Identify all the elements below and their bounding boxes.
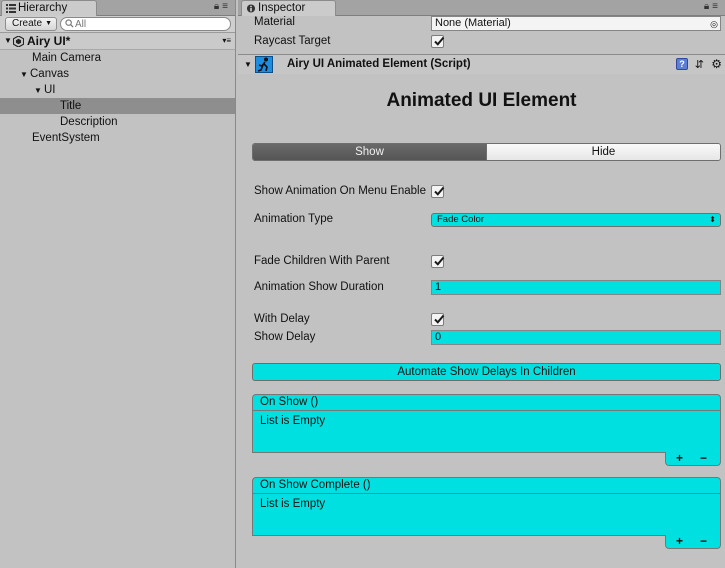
add-button[interactable]: + bbox=[676, 451, 683, 465]
create-button[interactable]: Create ▼ bbox=[5, 17, 58, 31]
gear-icon[interactable]: ⚙ bbox=[711, 57, 722, 71]
with-delay-row: With Delay bbox=[238, 311, 725, 329]
on-show-complete-event: On Show Complete () List is Empty + − bbox=[252, 477, 721, 549]
raycast-row: Raycast Target bbox=[238, 33, 725, 51]
event-header: On Show Complete () bbox=[252, 477, 721, 494]
hierarchy-item-label: UI bbox=[44, 84, 56, 96]
with-delay-label: With Delay bbox=[254, 313, 310, 325]
show-delay-row: Show Delay 0 bbox=[238, 329, 725, 347]
lock-icon[interactable]: 🔒︎ bbox=[704, 1, 712, 12]
hierarchy-item-label: EventSystem bbox=[32, 132, 100, 144]
script-icon bbox=[255, 56, 273, 73]
remove-button[interactable]: − bbox=[700, 534, 707, 548]
hierarchy-item-canvas[interactable]: ▼ Canvas bbox=[0, 66, 235, 82]
menu-icon[interactable]: ≡ bbox=[712, 1, 721, 12]
animation-type-row: Animation Type Fade Color ⬍ bbox=[238, 211, 725, 229]
scene-menu-icon[interactable]: ▾≡ bbox=[222, 36, 231, 45]
checkmark-icon bbox=[434, 256, 445, 266]
fold-arrow-icon[interactable]: ▼ bbox=[244, 60, 252, 69]
checkmark-icon bbox=[434, 186, 445, 196]
event-header: On Show () bbox=[252, 394, 721, 411]
object-picker-icon[interactable]: ◎ bbox=[710, 18, 718, 31]
fade-children-row: Fade Children With Parent bbox=[238, 253, 725, 271]
add-button[interactable]: + bbox=[676, 534, 683, 548]
inspector-panel: Inspector 🔒︎≡ Material None (Material) ◎… bbox=[238, 0, 725, 568]
fade-children-checkbox[interactable] bbox=[431, 255, 445, 268]
hierarchy-item-ui[interactable]: ▼ UI bbox=[0, 82, 235, 98]
hierarchy-item-eventsystem[interactable]: EventSystem bbox=[0, 130, 235, 146]
inspector-icon bbox=[246, 4, 256, 13]
show-toggle-button[interactable]: Show bbox=[253, 144, 486, 160]
hierarchy-item-title[interactable]: Title bbox=[0, 98, 235, 114]
hierarchy-tab[interactable]: Hierarchy bbox=[1, 0, 97, 16]
show-on-enable-label: Show Animation On Menu Enable bbox=[254, 185, 426, 197]
duration-input[interactable]: 1 bbox=[431, 280, 721, 295]
raycast-label: Raycast Target bbox=[254, 35, 331, 47]
lock-icon[interactable]: 🔒︎ bbox=[214, 1, 222, 12]
hierarchy-item-label: Canvas bbox=[30, 68, 69, 80]
hierarchy-item-label: Main Camera bbox=[32, 52, 102, 64]
event-body: List is Empty bbox=[252, 494, 721, 536]
fold-arrow-icon[interactable]: ▼ bbox=[34, 83, 44, 99]
show-hide-toggle: Show Hide bbox=[252, 143, 721, 161]
show-delay-input[interactable]: 0 bbox=[431, 330, 721, 345]
scene-name: Airy UI* bbox=[27, 34, 71, 48]
show-on-enable-checkbox[interactable] bbox=[431, 185, 445, 198]
material-field[interactable]: None (Material) ◎ bbox=[431, 16, 721, 31]
raycast-checkbox[interactable] bbox=[431, 35, 445, 48]
unity-logo-icon bbox=[13, 36, 24, 47]
hierarchy-search[interactable] bbox=[60, 17, 231, 31]
component-heading: Animated UI Element bbox=[386, 90, 577, 111]
hierarchy-icon bbox=[6, 4, 16, 13]
show-delay-label: Show Delay bbox=[254, 331, 316, 343]
component-title: Airy UI Animated Element (Script) bbox=[287, 58, 471, 70]
material-label: Material bbox=[254, 16, 295, 28]
duration-row: Animation Show Duration 1 bbox=[238, 279, 725, 297]
inspector-tab[interactable]: Inspector bbox=[241, 0, 336, 16]
chevron-down-icon: ▼ bbox=[45, 20, 53, 27]
hierarchy-tabbar: Hierarchy 🔒︎≡ bbox=[0, 0, 235, 16]
search-icon bbox=[65, 19, 74, 28]
dropdown-arrow-icon: ⬍ bbox=[709, 215, 716, 224]
inspector-tab-controls: 🔒︎≡ bbox=[704, 1, 721, 12]
fold-arrow-icon[interactable]: ▼ bbox=[20, 67, 30, 83]
automate-show-delays-button[interactable]: Automate Show Delays In Children bbox=[252, 363, 721, 381]
fade-children-label: Fade Children With Parent bbox=[254, 255, 390, 267]
checkmark-icon bbox=[434, 314, 445, 324]
help-icon[interactable]: ? bbox=[676, 58, 688, 70]
inspector-tab-label: Inspector bbox=[258, 2, 306, 14]
fold-arrow-icon[interactable]: ▼ bbox=[4, 36, 12, 45]
hierarchy-toolbar: Create ▼ bbox=[0, 16, 235, 33]
event-footer: + − bbox=[665, 534, 721, 549]
preset-icon[interactable]: ⇵ bbox=[695, 58, 704, 71]
show-on-enable-row: Show Animation On Menu Enable bbox=[238, 183, 725, 201]
inspector-tabbar: Inspector 🔒︎≡ bbox=[238, 0, 725, 16]
hierarchy-tab-label: Hierarchy bbox=[18, 2, 68, 14]
material-value: None (Material) bbox=[435, 17, 511, 29]
component-header[interactable]: ▼ Airy UI Animated Element (Script) ? ⇵ … bbox=[238, 54, 725, 74]
on-show-event: On Show () List is Empty + − bbox=[252, 394, 721, 466]
hierarchy-panel: Hierarchy 🔒︎≡ Create ▼ ▼ Airy UI* ▾≡ Mai… bbox=[0, 0, 236, 568]
animation-type-value: Fade Color bbox=[437, 214, 484, 225]
duration-label: Animation Show Duration bbox=[254, 281, 384, 293]
hierarchy-item-description[interactable]: Description bbox=[0, 114, 235, 130]
event-footer: + − bbox=[665, 451, 721, 466]
search-input[interactable] bbox=[75, 18, 225, 30]
hierarchy-tab-controls: 🔒︎≡ bbox=[214, 1, 231, 12]
hierarchy-item-label: Description bbox=[60, 116, 118, 128]
hide-toggle-button[interactable]: Hide bbox=[486, 144, 720, 160]
animation-type-label: Animation Type bbox=[254, 213, 334, 225]
material-row: Material None (Material) ◎ bbox=[238, 15, 725, 33]
remove-button[interactable]: − bbox=[700, 451, 707, 465]
create-button-label: Create bbox=[12, 18, 43, 29]
menu-icon[interactable]: ≡ bbox=[222, 1, 231, 12]
checkmark-icon bbox=[434, 36, 445, 46]
hierarchy-item-main-camera[interactable]: Main Camera bbox=[0, 50, 235, 66]
scene-row[interactable]: ▼ Airy UI* ▾≡ bbox=[0, 33, 235, 50]
event-body: List is Empty bbox=[252, 411, 721, 453]
hierarchy-item-label: Title bbox=[60, 100, 82, 112]
animation-type-dropdown[interactable]: Fade Color ⬍ bbox=[431, 213, 721, 227]
with-delay-checkbox[interactable] bbox=[431, 313, 445, 326]
